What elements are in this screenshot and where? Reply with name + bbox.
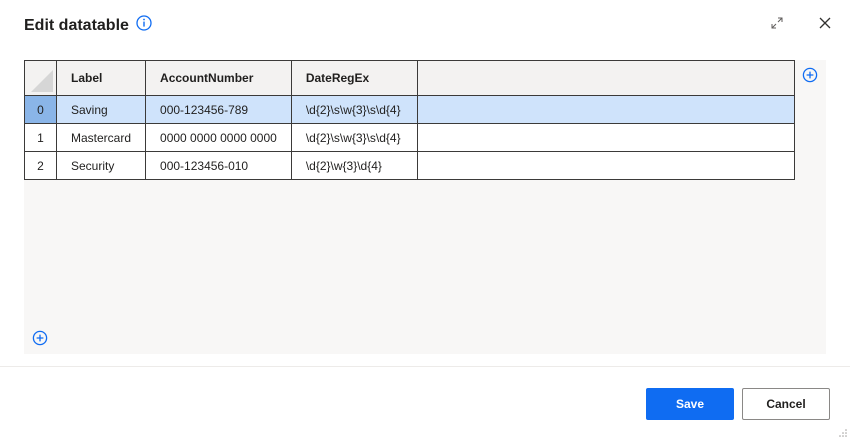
column-header-empty [416, 60, 795, 96]
table-cell[interactable]: \d{2}\s\w{3}\s\d{4} [290, 123, 418, 152]
dialog-title: Edit datatable [24, 17, 129, 34]
table-cell-empty[interactable] [416, 151, 795, 180]
column-header-dateregex[interactable]: DateRegEx [290, 60, 418, 96]
table-row[interactable]: 0 Saving 000-123456-789 \d{2}\s\w{3}\s\d… [24, 95, 795, 124]
table-cell-empty[interactable] [416, 95, 795, 124]
datatable-grid: Label AccountNumber DateRegEx 0 Saving 0… [24, 60, 795, 180]
add-column-icon[interactable] [802, 67, 818, 83]
table-cell[interactable]: Mastercard [55, 123, 147, 152]
table-cell[interactable]: Security [55, 151, 147, 180]
table-cell[interactable]: Saving [55, 95, 147, 124]
column-header-accountnumber[interactable]: AccountNumber [145, 60, 292, 96]
edit-datatable-dialog: Edit datatable Label AccountNumber DateR… [0, 0, 850, 440]
table-row[interactable]: 1 Mastercard 0000 0000 0000 0000 \d{2}\s… [24, 123, 795, 152]
row-index[interactable]: 0 [24, 95, 57, 124]
select-all-corner[interactable] [24, 60, 57, 96]
table-cell[interactable]: 0000 0000 0000 0000 [145, 123, 292, 152]
close-icon[interactable] [818, 16, 832, 30]
datatable-area: Label AccountNumber DateRegEx 0 Saving 0… [24, 60, 826, 354]
expand-icon[interactable] [770, 16, 784, 30]
table-row[interactable]: 2 Security 000-123456-010 \d{2}\w{3}\d{4… [24, 151, 795, 180]
table-cell[interactable]: \d{2}\w{3}\d{4} [290, 151, 418, 180]
add-row-icon[interactable] [32, 330, 48, 346]
table-cell[interactable]: 000-123456-789 [145, 95, 292, 124]
row-index[interactable]: 1 [24, 123, 57, 152]
table-cell[interactable]: 000-123456-010 [145, 151, 292, 180]
header-row: Label AccountNumber DateRegEx [24, 60, 795, 96]
table-cell-empty[interactable] [416, 123, 795, 152]
row-index[interactable]: 2 [24, 151, 57, 180]
info-icon[interactable] [136, 15, 152, 31]
cancel-button[interactable]: Cancel [742, 388, 830, 420]
table-cell[interactable]: \d{2}\s\w{3}\s\d{4} [290, 95, 418, 124]
resize-grip-icon[interactable] [838, 428, 848, 438]
save-button[interactable]: Save [646, 388, 734, 420]
corner-triangle-icon [31, 70, 53, 92]
footer-divider [0, 366, 850, 367]
column-header-label[interactable]: Label [55, 60, 147, 96]
